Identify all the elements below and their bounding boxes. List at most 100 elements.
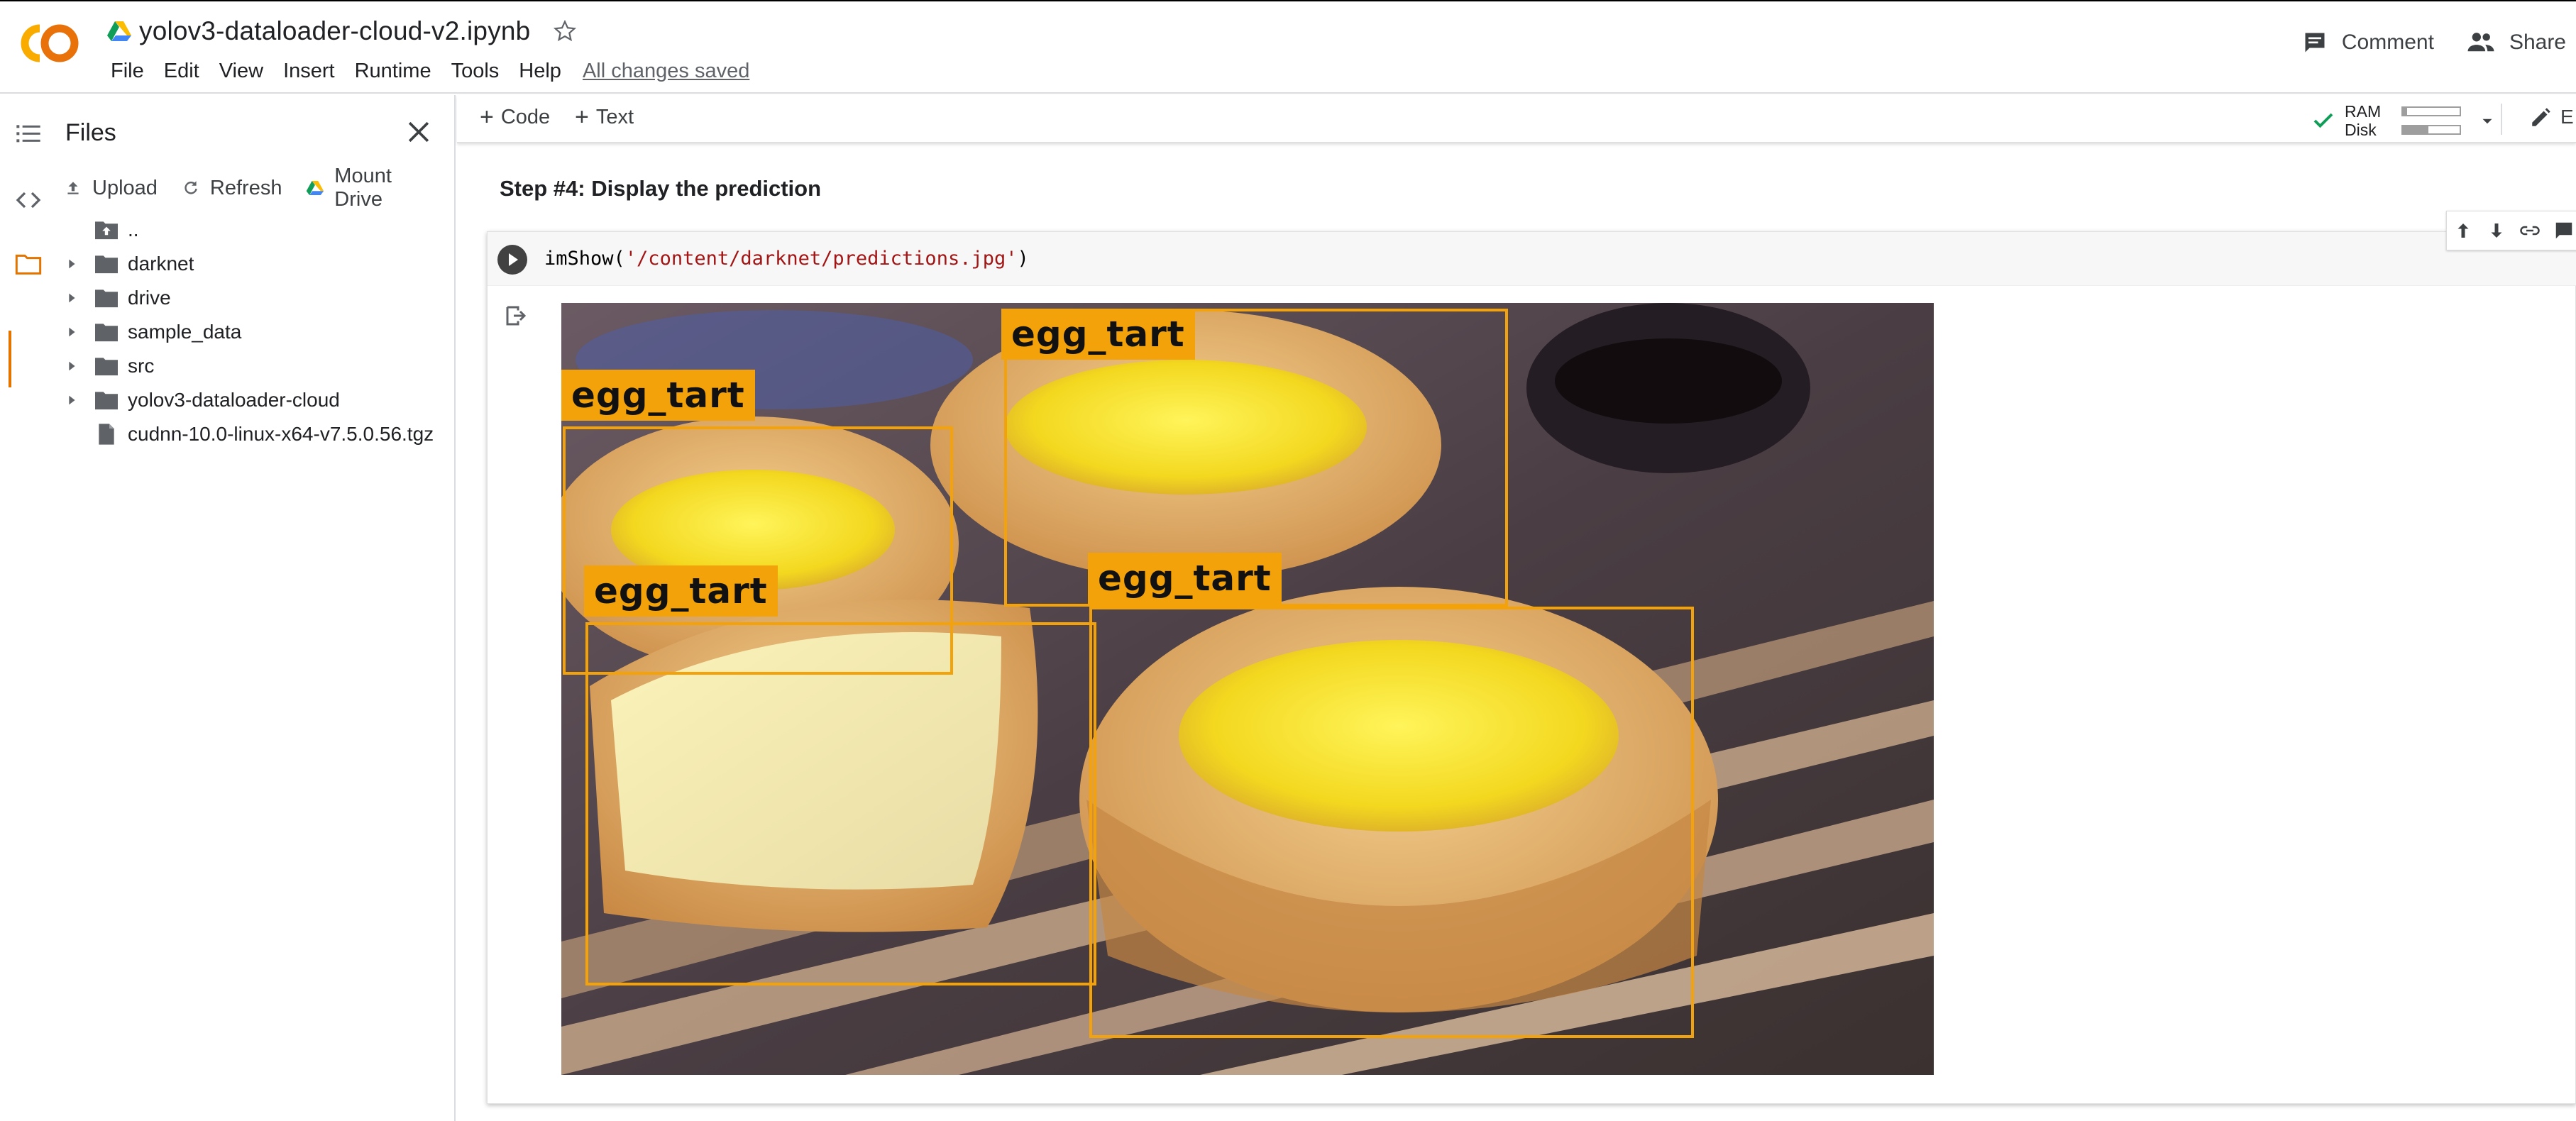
file-tree: .. darknet drive sample_data src yolov3-… <box>57 213 454 451</box>
plus-icon: + <box>575 104 589 131</box>
refresh-label: Refresh <box>209 176 282 199</box>
file-name: sample_data <box>128 321 242 343</box>
add-text-label: Text <box>595 105 634 128</box>
ram-bar <box>2401 106 2461 116</box>
file-name: .. <box>128 219 139 241</box>
move-up-icon[interactable] <box>2453 220 2474 241</box>
detection-label: egg_tart <box>561 370 755 421</box>
file-tree-item[interactable]: drive <box>57 281 454 315</box>
star-icon[interactable] <box>551 18 578 45</box>
people-icon <box>2467 33 2494 52</box>
disk-bar <box>2401 125 2461 135</box>
detection-label: egg_tart <box>1001 309 1195 360</box>
menu-file[interactable]: File <box>101 57 154 85</box>
comment-icon[interactable] <box>2553 220 2575 241</box>
add-text-button[interactable]: + Text <box>575 105 634 129</box>
code-line[interactable]: imShow('/content/darknet/predictions.jpg… <box>544 248 1029 270</box>
parent-folder-icon <box>95 221 118 240</box>
expand-arrow-icon[interactable] <box>64 324 79 340</box>
colab-app: yolov3-dataloader-cloud-v2.ipynb File Ed… <box>0 0 2576 1121</box>
menu-view[interactable]: View <box>209 57 273 85</box>
toolbar-divider <box>2501 104 2502 135</box>
close-icon[interactable] <box>403 116 434 148</box>
folder-icon <box>95 358 118 376</box>
code-cell[interactable]: imShow('/content/darknet/predictions.jpg… <box>487 211 2576 1104</box>
save-status[interactable]: All changes saved <box>571 57 749 85</box>
google-drive-icon <box>307 180 324 196</box>
run-cell-button[interactable] <box>495 242 530 277</box>
title-row: yolov3-dataloader-cloud-v2.ipynb <box>106 13 578 50</box>
file-name: yolov3-dataloader-cloud <box>128 389 340 411</box>
code-close-paren: ) <box>1017 248 1029 270</box>
file-tree-item[interactable]: cudnn-10.0-linux-x64-v7.5.0.56.tgz <box>57 417 454 451</box>
notebook-toolbar: + Code + Text RAM Disk E <box>457 95 2576 143</box>
header-actions: Comment Share <box>2302 30 2576 55</box>
ram-bar-fill <box>2403 108 2408 115</box>
files-title: Files <box>65 119 116 146</box>
folder-icon[interactable] <box>14 250 43 278</box>
comment-label: Comment <box>2341 31 2434 54</box>
cell-toolbar <box>2446 211 2576 250</box>
expand-arrow-icon[interactable] <box>64 358 79 374</box>
comment-button[interactable]: Comment <box>2302 30 2434 55</box>
ram-label: RAM <box>2345 102 2382 121</box>
disk-label: Disk <box>2345 121 2377 139</box>
active-indicator <box>9 331 11 387</box>
menu-tools[interactable]: Tools <box>441 57 510 85</box>
menu-bar: File Edit View Insert Runtime Tools Help… <box>101 57 749 85</box>
file-icon <box>99 424 114 445</box>
mount-drive-button[interactable]: Mount Drive <box>306 165 430 211</box>
file-name: src <box>128 355 155 377</box>
file-tree-item[interactable]: .. <box>57 213 454 247</box>
editing-label: E <box>2560 106 2574 128</box>
expand-arrow-icon[interactable] <box>64 392 79 408</box>
files-panel: Files Upload Refresh Mount Drive .. dark… <box>57 95 456 1121</box>
check-icon <box>2313 113 2333 128</box>
colab-logo[interactable] <box>18 18 81 68</box>
table-of-contents-icon[interactable] <box>14 119 43 148</box>
file-tree-item[interactable]: src <box>57 349 454 383</box>
google-drive-icon <box>107 21 131 41</box>
menu-runtime[interactable]: Runtime <box>345 57 441 85</box>
section-heading: Step #4: Display the prediction <box>500 176 822 201</box>
output-icon[interactable] <box>503 303 529 328</box>
disk-bar-fill <box>2403 126 2428 133</box>
expand-arrow-icon[interactable] <box>64 290 79 306</box>
add-code-button[interactable]: + Code <box>480 105 550 129</box>
expand-arrow-icon[interactable] <box>64 256 79 272</box>
folder-icon <box>95 255 118 274</box>
mount-drive-label: Mount Drive <box>334 165 392 211</box>
dropdown-arrow-icon[interactable] <box>2478 112 2497 131</box>
resources-indicator[interactable]: RAM Disk <box>2311 101 2523 139</box>
file-tree-item[interactable]: sample_data <box>57 315 454 349</box>
notebook-title[interactable]: yolov3-dataloader-cloud-v2.ipynb <box>139 16 530 46</box>
menu-help[interactable]: Help <box>509 57 571 85</box>
code-editor[interactable]: imShow('/content/darknet/predictions.jpg… <box>488 232 2576 286</box>
comment-icon <box>2305 33 2325 53</box>
menu-edit[interactable]: Edit <box>154 57 209 85</box>
share-button[interactable]: Share <box>2467 30 2566 55</box>
code-function: imShow( <box>544 248 625 270</box>
share-label: Share <box>2509 31 2566 54</box>
move-down-icon[interactable] <box>2486 220 2507 241</box>
code-string: '/content/darknet/predictions.jpg' <box>624 248 1018 270</box>
folder-icon <box>95 289 118 308</box>
file-tree-item[interactable]: darknet <box>57 247 454 281</box>
upload-button[interactable]: Upload <box>64 177 158 200</box>
code-snippets-icon[interactable] <box>14 186 43 214</box>
pencil-icon <box>2532 108 2550 126</box>
prediction-image: egg_tart egg_tart egg_tart egg_tart <box>561 303 1934 1075</box>
detection-box <box>585 622 1096 985</box>
file-tree-item[interactable]: yolov3-dataloader-cloud <box>57 383 454 417</box>
side-icon-strip <box>0 95 57 1121</box>
file-name: darknet <box>128 253 194 275</box>
add-code-label: Code <box>500 105 551 128</box>
refresh-button[interactable]: Refresh <box>182 177 282 200</box>
detection-label: egg_tart <box>584 565 778 617</box>
menu-insert[interactable]: Insert <box>273 57 345 85</box>
editing-button[interactable]: E <box>2529 105 2574 129</box>
plus-icon: + <box>480 104 494 131</box>
header: yolov3-dataloader-cloud-v2.ipynb File Ed… <box>0 0 2576 94</box>
notebook-main: + Code + Text RAM Disk E Step #4: Displa… <box>457 95 2576 1121</box>
link-icon[interactable] <box>2519 220 2541 241</box>
